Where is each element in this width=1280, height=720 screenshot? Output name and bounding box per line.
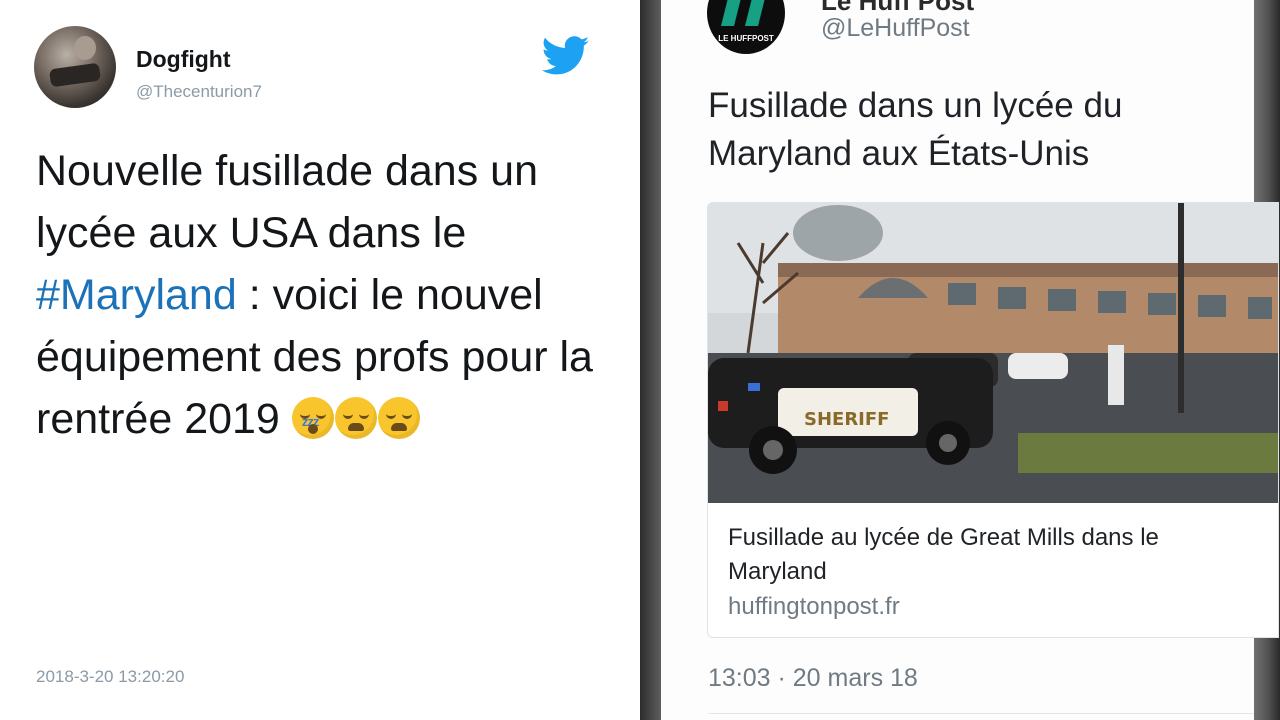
embedded-screenshot-panel: LE HUFFPOST Le Huff Post @LeHuffPost Fus…	[640, 0, 1280, 720]
weary-face-emoji-icon	[377, 397, 420, 439]
author-name[interactable]: Dogfight	[136, 46, 231, 73]
twitter-bird-icon[interactable]	[542, 36, 590, 76]
embedded-tweet: LE HUFFPOST Le Huff Post @LeHuffPost Fus…	[661, 0, 1279, 720]
sleeping-face-emoji-icon: zzz	[291, 397, 334, 439]
left-tweet-panel: Dogfight @Thecenturion7 Nouvelle fusilla…	[0, 0, 640, 720]
card-domain[interactable]: huffingtonpost.fr	[728, 593, 900, 621]
embedded-timestamp[interactable]: 13:03 · 20 mars 18	[708, 664, 918, 693]
card-title[interactable]: Fusillade au lycée de Great Mills dans l…	[728, 521, 1228, 589]
avatar[interactable]	[34, 26, 116, 108]
weary-face-emoji-icon	[334, 397, 377, 439]
tweet-timestamp[interactable]: 2018-3-20 13:20:20	[36, 667, 184, 687]
tweet-text-part1: Nouvelle fusillade dans un lycée aux USA…	[36, 147, 538, 257]
tweet-text: Nouvelle fusillade dans un lycée aux USA…	[36, 140, 626, 450]
huffpost-logo-text: LE HUFFPOST	[718, 34, 774, 43]
author-handle[interactable]: @Thecenturion7	[136, 82, 262, 102]
divider	[708, 713, 1254, 714]
hashtag-link[interactable]: #Maryland	[36, 271, 237, 319]
huffpost-logo-avatar[interactable]: LE HUFFPOST	[707, 0, 785, 54]
news-photo: SHERIFF	[708, 203, 1278, 503]
embedded-tweet-text: Fusillade dans un lycée du Maryland aux …	[708, 86, 1123, 173]
embedded-author-handle[interactable]: @LeHuffPost	[821, 14, 970, 43]
link-preview-card[interactable]: SHERIFF Fusillade au lycée de Great Mill…	[707, 202, 1279, 638]
sheriff-vehicle-text: SHERIFF	[804, 409, 889, 430]
